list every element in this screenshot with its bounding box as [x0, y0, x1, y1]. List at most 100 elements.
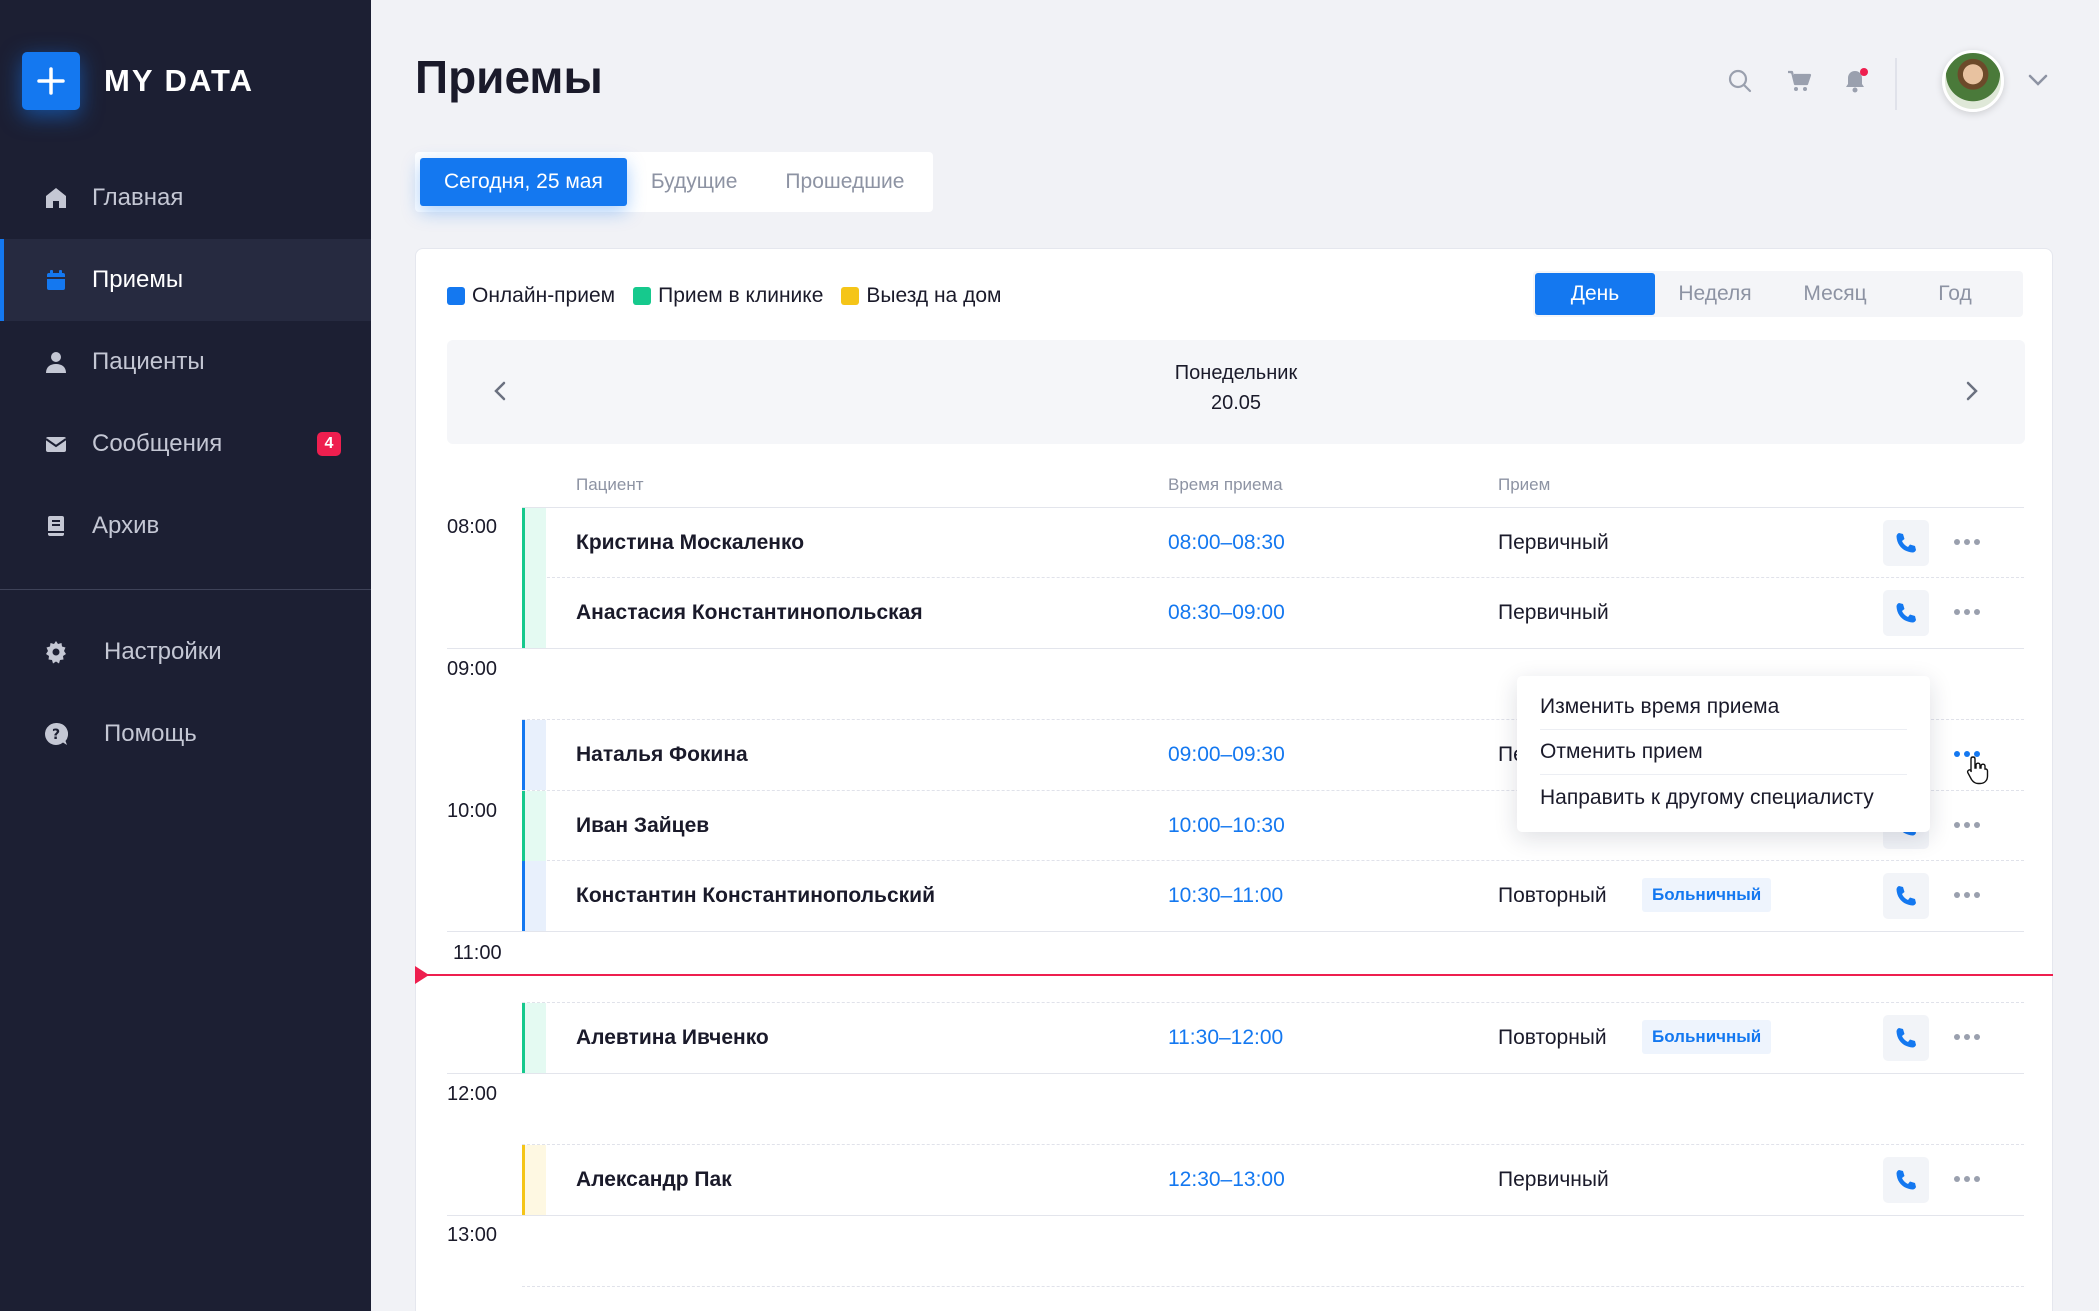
more-button[interactable]	[1951, 600, 1983, 624]
patient-name[interactable]: Наталья Фокина	[576, 743, 748, 767]
cart-icon[interactable]	[1784, 66, 1814, 96]
appointment-type: Первичный	[1498, 1168, 1609, 1191]
phone-icon	[1896, 886, 1916, 906]
more-dots-icon	[1954, 539, 1980, 545]
column-header-time: Время приема	[1168, 475, 1283, 494]
appointment-type-bar	[522, 720, 546, 790]
legend: Онлайн-прием Прием в клинике Выезд на до…	[447, 284, 1019, 308]
legend-item-online: Онлайн-прием	[447, 284, 615, 308]
tab-year[interactable]: Год	[1895, 273, 2015, 315]
search-icon[interactable]	[1725, 66, 1755, 96]
appointment-time[interactable]: 08:30–09:00	[1168, 601, 1285, 625]
appointment-type: Первичный	[1498, 601, 1609, 624]
sidebar-item-label: Пациенты	[92, 348, 205, 375]
more-dots-icon	[1954, 1176, 1980, 1182]
sidebar-item-patients[interactable]: Пациенты	[0, 321, 371, 403]
page-title: Приемы	[415, 51, 603, 103]
tab-week[interactable]: Неделя	[1655, 273, 1775, 315]
tab-past[interactable]: Прошедшие	[761, 158, 928, 206]
patient-name[interactable]: Константин Константинопольский	[576, 884, 935, 908]
call-button[interactable]	[1883, 1015, 1929, 1061]
current-time-line	[415, 974, 2053, 976]
appointment-type: Первичный	[1498, 531, 1609, 554]
legend-swatch	[841, 287, 860, 305]
sidebar-item-settings[interactable]: Настройки	[0, 611, 371, 693]
appointment-type-bar	[522, 791, 546, 861]
context-menu: Изменить время приема Отменить прием Нап…	[1517, 676, 1930, 832]
appointment-time[interactable]: 09:00–09:30	[1168, 743, 1285, 767]
more-button[interactable]	[1951, 1025, 1983, 1049]
patient-name[interactable]: Анастасия Константинопольская	[576, 601, 923, 625]
period-tabs: Сегодня, 25 мая Будущие Прошедшие	[415, 152, 934, 212]
patient-name[interactable]: Кристина Москаленко	[576, 531, 804, 555]
table-row[interactable]: Кристина Москаленко 08:00–08:30 Первичны…	[522, 508, 2024, 578]
appointment-time[interactable]: 10:30–11:00	[1168, 884, 1283, 908]
menu-item-reschedule[interactable]: Изменить время приема	[1540, 685, 1907, 730]
legend-label: Выезд на дом	[866, 284, 1002, 307]
appointment-time[interactable]: 12:30–13:00	[1168, 1168, 1285, 1192]
appointment-time[interactable]: 10:00–10:30	[1168, 814, 1285, 838]
sidebar-item-help[interactable]: ? Помощь	[0, 693, 371, 775]
table-row[interactable]: Константин Константинопольский 10:30–11:…	[522, 861, 2024, 931]
table-row[interactable]: Александр Пак 12:30–13:00 Первичный	[522, 1145, 2024, 1215]
sidebar-item-messages[interactable]: Сообщения 4	[0, 403, 371, 485]
current-time-marker	[415, 966, 429, 984]
calendar-icon	[42, 266, 70, 294]
chevron-right-icon[interactable]	[1957, 376, 1987, 406]
tab-day[interactable]: День	[1535, 273, 1655, 315]
phone-icon	[1896, 533, 1916, 553]
tab-future[interactable]: Будущие	[627, 158, 762, 206]
menu-item-cancel[interactable]: Отменить прием	[1540, 730, 1907, 775]
logo[interactable]: MY DATA	[22, 52, 254, 110]
appointment-time[interactable]: 11:30–12:00	[1168, 1026, 1283, 1050]
call-button[interactable]	[1883, 590, 1929, 636]
avatar[interactable]	[1942, 50, 2004, 112]
call-button[interactable]	[1883, 520, 1929, 566]
sick-leave-tag: Больничный	[1642, 1020, 1772, 1054]
legend-swatch	[633, 287, 652, 305]
mail-icon	[42, 430, 70, 458]
hour-label: 11:00	[453, 942, 502, 964]
chevron-down-icon[interactable]	[2024, 66, 2052, 94]
sidebar: MY DATA Главная Приемы Пациенты Сообщени…	[0, 0, 371, 1311]
tab-month[interactable]: Месяц	[1775, 273, 1895, 315]
sidebar-nav: Главная Приемы Пациенты Сообщения 4 Архи…	[0, 157, 371, 567]
legend-item-home: Выезд на дом	[841, 284, 1001, 308]
sidebar-item-appointments[interactable]: Приемы	[0, 239, 371, 321]
sidebar-item-home[interactable]: Главная	[0, 157, 371, 239]
table-row[interactable]: Алевтина Ивченко 11:30–12:00 Повторный Б…	[522, 1003, 2024, 1073]
hour-label: 13:00	[447, 1224, 498, 1246]
svg-text:?: ?	[52, 727, 60, 743]
patient-name[interactable]: Иван Зайцев	[576, 814, 709, 838]
hour-line	[447, 1073, 2024, 1074]
legend-swatch	[447, 287, 465, 305]
menu-item-refer[interactable]: Направить к другому специалисту	[1540, 775, 1907, 820]
more-button[interactable]	[1951, 530, 1983, 554]
hand-cursor-icon	[1966, 756, 1989, 785]
call-button[interactable]	[1883, 1157, 1929, 1203]
hour-label: 08:00	[447, 516, 498, 538]
bell-icon[interactable]	[1840, 66, 1870, 96]
column-header-type: Прием	[1498, 475, 1551, 494]
more-button[interactable]	[1951, 883, 1983, 907]
sidebar-divider	[0, 589, 371, 590]
more-button[interactable]	[1951, 813, 1983, 837]
tab-today[interactable]: Сегодня, 25 мая	[420, 158, 627, 206]
user-icon	[42, 348, 70, 376]
appointment-time[interactable]: 08:00–08:30	[1168, 531, 1285, 555]
view-tabs: День Неделя Месяц Год	[1533, 271, 2023, 317]
phone-icon	[1896, 603, 1916, 623]
sidebar-item-label: Помощь	[104, 720, 197, 747]
call-button[interactable]	[1883, 873, 1929, 919]
more-button[interactable]	[1951, 1167, 1983, 1191]
half-hour-line	[522, 1286, 2024, 1287]
appointment-type: Повторный	[1498, 884, 1607, 907]
appointment-type-bar	[522, 508, 546, 578]
more-dots-icon	[1954, 609, 1980, 615]
day-weekday: Понедельник	[1174, 362, 1298, 384]
patient-name[interactable]: Александр Пак	[576, 1168, 732, 1192]
notification-dot	[1860, 68, 1868, 76]
table-row[interactable]: Анастасия Константинопольская 08:30–09:0…	[522, 578, 2024, 648]
patient-name[interactable]: Алевтина Ивченко	[576, 1026, 769, 1050]
sidebar-item-archive[interactable]: Архив	[0, 485, 371, 567]
